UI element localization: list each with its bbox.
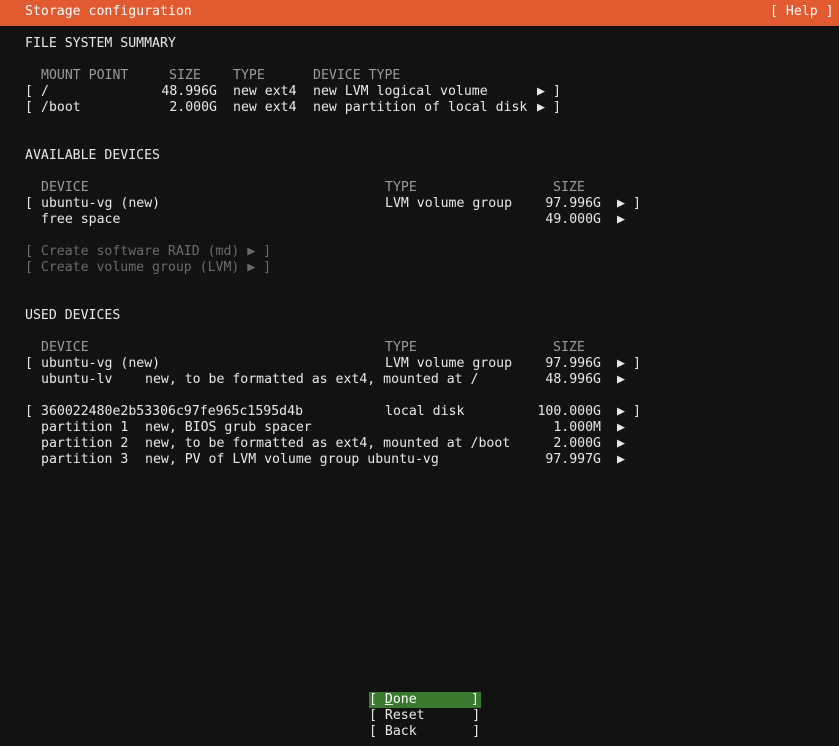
fs-type: new ext4 bbox=[233, 84, 297, 99]
menu-arrow-icon[interactable]: ▶ bbox=[617, 420, 625, 436]
size: 49.000G bbox=[545, 212, 601, 227]
device-description: new, to be formatted as ext4, mounted at… bbox=[145, 372, 479, 387]
size: 2.000G bbox=[169, 100, 217, 115]
device-description: new, BIOS grub spacer bbox=[145, 420, 312, 435]
col-size: SIZE bbox=[169, 68, 201, 83]
mount-point: /boot bbox=[41, 100, 81, 115]
size: 97.996G bbox=[545, 196, 601, 211]
size: 100.000G bbox=[537, 404, 601, 419]
size: 97.997G bbox=[545, 452, 601, 467]
bracket-close: ] bbox=[633, 196, 641, 211]
menu-arrow-icon[interactable]: ▶ bbox=[537, 84, 545, 100]
done-rest: one bbox=[392, 692, 417, 707]
device-type: local disk bbox=[385, 404, 465, 419]
size: 2.000G bbox=[553, 436, 601, 451]
mount-point: / bbox=[41, 84, 49, 99]
bracket-close: ] bbox=[553, 84, 561, 99]
col-type: TYPE bbox=[385, 180, 417, 195]
bracket-close: ] bbox=[633, 404, 641, 419]
done-button[interactable]: [ Done] bbox=[369, 692, 481, 708]
col-device-type: DEVICE TYPE bbox=[313, 68, 401, 83]
device-type: new LVM logical volume bbox=[313, 84, 488, 99]
device-description: new, PV of LVM volume group ubuntu-vg bbox=[145, 452, 439, 467]
bracket-open: [ bbox=[25, 356, 33, 371]
col-type: TYPE bbox=[233, 68, 265, 83]
menu-arrow-icon[interactable]: ▶ bbox=[617, 436, 625, 452]
done-close: ] bbox=[471, 692, 479, 707]
size: 48.996G bbox=[545, 372, 601, 387]
bracket-close: ] bbox=[633, 356, 641, 371]
device-name: partition 1 bbox=[41, 420, 129, 435]
col-type: TYPE bbox=[385, 340, 417, 355]
device-name: ubuntu-vg (new) bbox=[41, 196, 161, 211]
bracket-open: [ bbox=[25, 100, 33, 115]
device-type: LVM volume group bbox=[385, 196, 513, 211]
bracket-open: [ bbox=[25, 84, 33, 99]
help-button[interactable]: [ Help ] bbox=[770, 4, 834, 20]
create-volume-group-button[interactable]: [ Create volume group (LVM) ▶ ] bbox=[25, 260, 271, 276]
fs-summary-heading: FILE SYSTEM SUMMARY bbox=[25, 36, 176, 51]
bracket-close: ] bbox=[553, 100, 561, 115]
available-devices-heading: AVAILABLE DEVICES bbox=[25, 148, 160, 163]
reset-button[interactable]: [ Reset ] bbox=[369, 708, 480, 724]
size: 97.996G bbox=[545, 356, 601, 371]
create-software-raid-button[interactable]: [ Create software RAID (md) ▶ ] bbox=[25, 244, 271, 260]
fs-type: new ext4 bbox=[233, 100, 297, 115]
bracket-open: [ bbox=[25, 404, 33, 419]
menu-arrow-icon[interactable]: ▶ bbox=[537, 100, 545, 116]
col-size: SIZE bbox=[553, 340, 585, 355]
title-bar: Storage configuration [ Help ] bbox=[0, 0, 839, 26]
device-name: partition 2 bbox=[41, 436, 129, 451]
menu-arrow-icon[interactable]: ▶ bbox=[617, 196, 625, 212]
used-devices-heading: USED DEVICES bbox=[25, 308, 121, 323]
device-name: free space bbox=[41, 212, 121, 227]
done-hotkey: D bbox=[384, 692, 393, 707]
page-title: Storage configuration bbox=[25, 4, 192, 19]
menu-arrow-icon[interactable]: ▶ bbox=[617, 452, 625, 468]
device-type: new partition of local disk bbox=[313, 100, 528, 115]
device-name: 360022480e2b53306c97fe965c1595d4b bbox=[41, 404, 304, 419]
col-mount-point: MOUNT POINT bbox=[41, 68, 129, 83]
device-name: partition 3 bbox=[41, 452, 129, 467]
menu-arrow-icon[interactable]: ▶ bbox=[617, 212, 625, 228]
menu-arrow-icon[interactable]: ▶ bbox=[617, 356, 625, 372]
col-device: DEVICE bbox=[41, 340, 89, 355]
menu-arrow-icon[interactable]: ▶ bbox=[617, 372, 625, 388]
menu-arrow-icon[interactable]: ▶ bbox=[617, 404, 625, 420]
size: 1.000M bbox=[553, 420, 601, 435]
device-description: new, to be formatted as ext4, mounted at… bbox=[145, 436, 511, 451]
size: 48.996G bbox=[161, 84, 217, 99]
device-type: LVM volume group bbox=[385, 356, 513, 371]
back-button[interactable]: [ Back ] bbox=[369, 724, 480, 740]
device-name: ubuntu-vg (new) bbox=[41, 356, 161, 371]
col-size: SIZE bbox=[553, 180, 585, 195]
bracket-open: [ bbox=[25, 196, 33, 211]
done-open: [ bbox=[369, 692, 385, 707]
col-device: DEVICE bbox=[41, 180, 89, 195]
device-name: ubuntu-lv bbox=[41, 372, 113, 387]
